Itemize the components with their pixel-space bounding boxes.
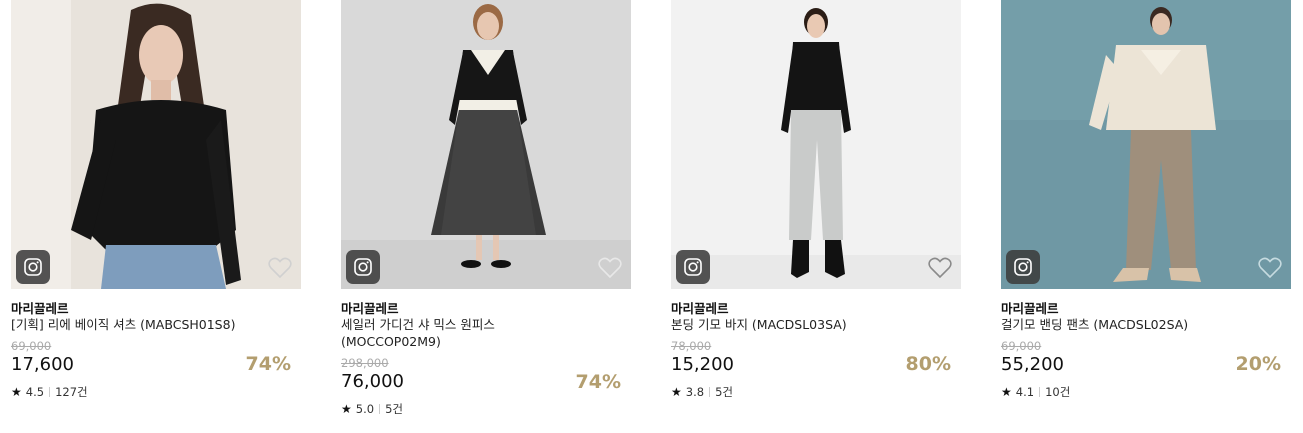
discount-rate: 74% [245,353,291,375]
rating-value: 4.1 [1015,385,1035,399]
divider [709,387,711,397]
product-image[interactable] [671,0,961,289]
instagram-icon [24,258,42,276]
star-icon: ★ [1001,385,1012,399]
heart-icon [598,257,622,279]
product-image[interactable] [1001,0,1291,289]
rating-value: 4.5 [25,385,45,399]
product-card[interactable]: 마리끌레르 세일러 가디건 샤 믹스 원피스 (MOCCOP02M9) 298,… [341,0,631,416]
original-price: 69,000 [1001,339,1042,353]
divider [1039,387,1041,397]
product-name[interactable]: 본딩 기모 바지 (MACDSL03SA) [671,317,941,334]
product-grid: 마리끌레르 [기획] 리에 베이직 셔츠 (MABCSH01S8) 69,000… [0,0,1303,433]
wishlist-button[interactable] [597,256,623,280]
wishlist-button[interactable] [267,256,293,280]
product-card[interactable]: 마리끌레르 [기획] 리에 베이직 셔츠 (MABCSH01S8) 69,000… [11,0,301,399]
product-photo [1001,0,1291,289]
rating-value: 3.8 [685,385,705,399]
heart-icon [1258,257,1282,279]
rating-summary: ★ 4.5 127건 [11,384,88,400]
review-count: 127건 [55,385,88,399]
brand-name: 마리끌레르 [671,301,729,316]
star-icon: ★ [671,385,682,399]
instagram-icon [354,258,372,276]
product-name[interactable]: 걸기모 밴딩 팬츠 (MACDSL02SA) [1001,317,1271,334]
rating-summary: ★ 4.1 10건 [1001,384,1070,400]
product-card[interactable]: 마리끌레르 걸기모 밴딩 팬츠 (MACDSL02SA) 69,000 55,2… [1001,0,1291,399]
review-count: 5건 [715,385,733,399]
product-image[interactable] [341,0,631,289]
discount-rate: 20% [1235,353,1281,375]
divider [49,387,51,397]
product-photo [671,0,961,289]
wishlist-button[interactable] [1257,256,1283,280]
original-price: 69,000 [11,339,52,353]
rating-summary: ★ 3.8 5건 [671,384,733,400]
instagram-button[interactable] [1006,250,1040,284]
discount-rate: 74% [575,371,621,393]
product-photo [11,0,301,289]
instagram-icon [1014,258,1032,276]
original-price: 78,000 [671,339,712,353]
review-count: 10건 [1045,385,1071,399]
brand-name: 마리끌레르 [341,301,399,316]
heart-icon [928,257,952,279]
sale-price: 15,200 [671,354,734,375]
brand-name: 마리끌레르 [1001,301,1059,316]
original-price: 298,000 [341,356,389,370]
sale-price: 55,200 [1001,354,1064,375]
wishlist-button[interactable] [927,256,953,280]
sale-price: 17,600 [11,354,74,375]
sale-price: 76,000 [341,371,404,392]
product-photo [341,0,631,289]
rating-value: 5.0 [355,402,375,416]
instagram-button[interactable] [346,250,380,284]
star-icon: ★ [341,402,352,416]
instagram-button[interactable] [16,250,50,284]
rating-summary: ★ 5.0 5건 [341,401,403,417]
review-count: 5건 [385,402,403,416]
brand-name: 마리끌레르 [11,301,69,316]
star-icon: ★ [11,385,22,399]
discount-rate: 80% [905,353,951,375]
instagram-button[interactable] [676,250,710,284]
heart-icon [268,257,292,279]
product-image[interactable] [11,0,301,289]
product-card[interactable]: 마리끌레르 본딩 기모 바지 (MACDSL03SA) 78,000 15,20… [671,0,961,399]
instagram-icon [684,258,702,276]
divider [379,404,381,414]
product-name[interactable]: 세일러 가디건 샤 믹스 원피스 (MOCCOP02M9) [341,317,541,350]
product-name[interactable]: [기획] 리에 베이직 셔츠 (MABCSH01S8) [11,317,281,334]
